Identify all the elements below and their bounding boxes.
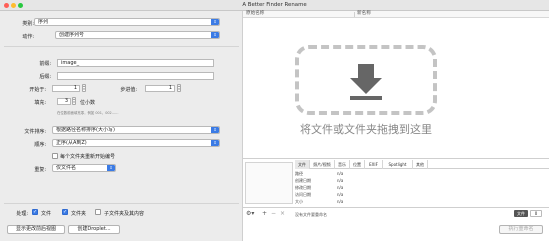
scope-label: 重复:: [34, 167, 46, 173]
table-row: 大小 n/a: [295, 198, 549, 205]
order-value: 正序(从A到Z): [56, 140, 87, 146]
step-number-input[interactable]: 1: [145, 85, 175, 92]
tab-exif[interactable]: EXIF: [365, 160, 383, 169]
start-stepper[interactable]: ▴ ▾: [82, 84, 86, 92]
divider: [243, 158, 549, 159]
status-badge[interactable]: 文件: [514, 210, 528, 217]
drop-hint: 将文件或文件夹拖拽到这里: [300, 123, 432, 136]
restart-per-folder-checkbox[interactable]: [52, 153, 58, 159]
process-folders-label: 文件夹: [71, 211, 87, 217]
category-value: 序列: [38, 19, 49, 25]
process-files-checkbox[interactable]: [32, 209, 38, 215]
prefix-label: 前缀:: [39, 61, 51, 67]
action-select[interactable]: 创建序列号 ⇕: [55, 31, 220, 39]
suffix-label: 后缀:: [39, 74, 51, 80]
column-original-name[interactable]: 原始名称: [246, 11, 264, 17]
chevron-updown-icon: ⇕: [211, 19, 219, 25]
category-select[interactable]: 序列 ⇕: [34, 18, 220, 26]
row-value: n/a: [337, 178, 344, 183]
zoom-value[interactable]: 0: [530, 210, 542, 217]
hint-text: 在位数前面填充零，例如 001、002……: [57, 111, 119, 115]
step-label: 步进值:: [120, 87, 137, 93]
arrow-down-icon: [350, 64, 382, 100]
tab-spotlight[interactable]: Spotlight: [383, 160, 413, 169]
window-title: A Better Finder Rename: [242, 2, 307, 8]
order-select[interactable]: 正序(从A到Z) ⇕: [52, 139, 220, 147]
digits-unit: 位小数: [80, 100, 96, 106]
row-key: 大小: [295, 199, 303, 204]
row-key: 创建日期: [295, 178, 311, 183]
tab-file[interactable]: 文件: [295, 160, 310, 169]
info-table: 路径 n/a 创建日期 n/a 修改日期 n/a 访问日期 n/a 大小 n/a: [295, 170, 549, 205]
chevron-updown-icon: ⇕: [107, 165, 115, 171]
tab-other[interactable]: 其他: [413, 160, 428, 169]
digits-number-input[interactable]: 3: [57, 98, 71, 105]
divider: [4, 46, 239, 47]
sort-select[interactable]: 根据路径名称排序(大小写) ⇕: [52, 126, 220, 134]
status-text: 没有文件要重命名: [295, 212, 327, 217]
create-droplet-button[interactable]: 创建Droplet...: [68, 225, 120, 234]
table-row: 创建日期 n/a: [295, 177, 549, 184]
suffix-input[interactable]: [57, 72, 214, 80]
table-row: 修改日期 n/a: [295, 184, 549, 191]
divider: [4, 203, 239, 204]
prefix-input[interactable]: image_: [57, 59, 214, 67]
column-divider: [354, 12, 355, 17]
table-row: 访问日期 n/a: [295, 191, 549, 198]
process-label: 处理:: [16, 211, 28, 217]
row-value: n/a: [337, 192, 344, 197]
category-label: 类别:: [22, 21, 34, 27]
row-value: n/a: [337, 185, 344, 190]
digits-stepper[interactable]: ▴ ▾: [72, 97, 76, 105]
add-icon[interactable]: +: [262, 210, 267, 217]
show-log-button[interactable]: 显示更改前后视图: [7, 225, 65, 234]
process-subfolders-checkbox[interactable]: [95, 209, 101, 215]
table-row: 路径 n/a: [295, 170, 549, 177]
action-value: 创建序列号: [59, 32, 85, 38]
restart-per-folder-label: 每个文件夹重新开始编号: [60, 154, 116, 160]
chevron-updown-icon: ⇕: [211, 140, 219, 146]
perform-rename-button[interactable]: 执行重命名: [499, 225, 543, 234]
info-tabs: 文件 照片/视频 音乐 位置 EXIF Spotlight 其他: [295, 160, 549, 169]
chevron-updown-icon: ⇕: [211, 32, 219, 38]
row-key: 访问日期: [295, 192, 311, 197]
sort-value: 根据路径名称排序(大小写): [56, 127, 115, 133]
tab-location[interactable]: 位置: [350, 160, 365, 169]
process-folders-checkbox[interactable]: [62, 209, 68, 215]
clear-icon[interactable]: ×: [280, 210, 285, 217]
digits-label: 填充:: [34, 100, 46, 106]
sort-label: 文件排序:: [24, 129, 46, 135]
process-files-label: 文件: [41, 211, 52, 217]
preview-header: [243, 11, 549, 18]
start-label: 开始于:: [29, 87, 46, 93]
start-number-input[interactable]: 1: [52, 85, 80, 92]
divider: [243, 207, 549, 208]
action-label: 动作:: [22, 34, 34, 40]
step-stepper[interactable]: ▴ ▾: [177, 84, 181, 92]
tab-photo-video[interactable]: 照片/视频: [310, 160, 335, 169]
thumbnail-preview: [245, 162, 293, 204]
chevron-updown-icon: ⇕: [211, 127, 219, 133]
scope-select[interactable]: 仅文件名 ⇕: [52, 164, 116, 172]
row-key: 修改日期: [295, 185, 311, 190]
process-subfolders-label: 子文件夹及其内容: [104, 211, 145, 217]
remove-icon[interactable]: −: [271, 210, 276, 217]
row-value: n/a: [337, 171, 344, 176]
column-new-name[interactable]: 新名称: [357, 11, 371, 17]
row-value: n/a: [337, 199, 344, 204]
row-key: 路径: [295, 171, 303, 176]
order-label: 顺序:: [34, 142, 46, 148]
tab-music[interactable]: 音乐: [335, 160, 350, 169]
gear-icon[interactable]: ⚙▾: [246, 210, 254, 217]
scope-value: 仅文件名: [56, 165, 77, 171]
